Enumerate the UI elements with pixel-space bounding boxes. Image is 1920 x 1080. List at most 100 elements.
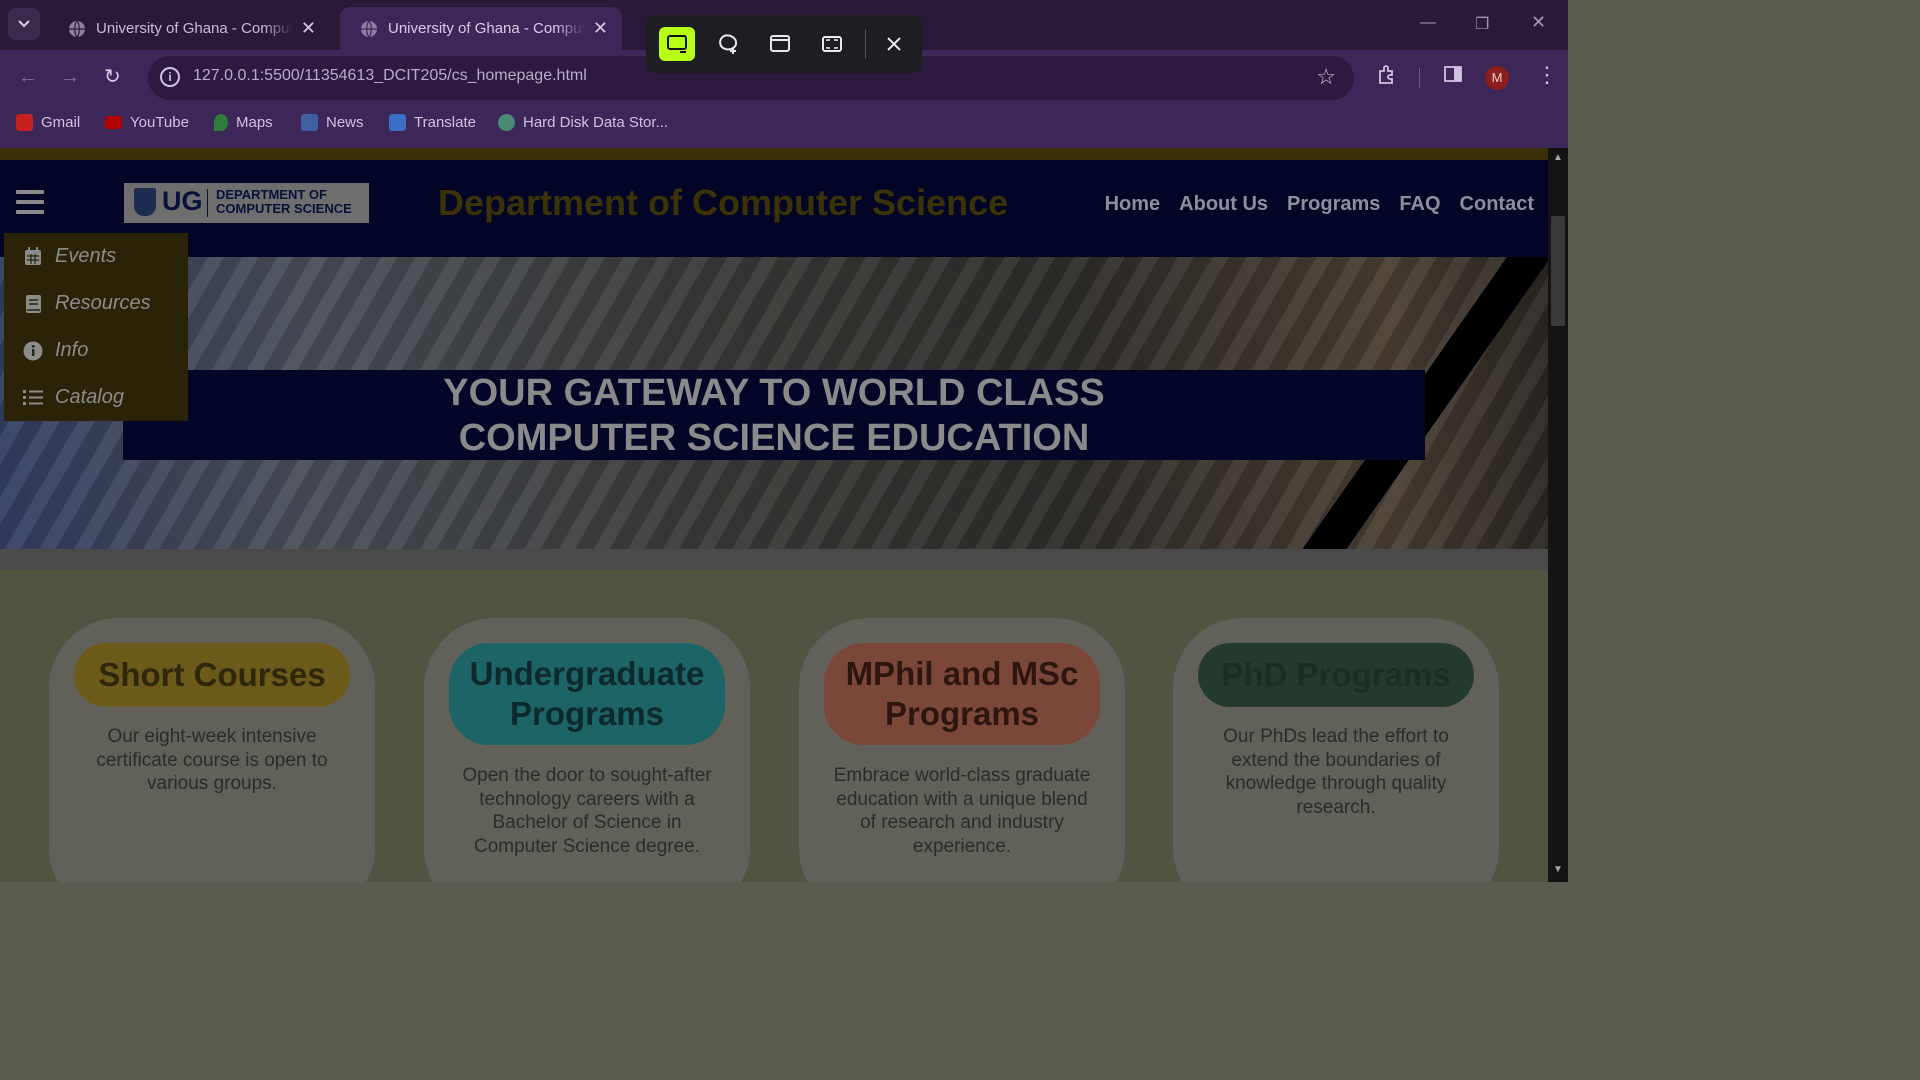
logo-department: DEPARTMENT OF COMPUTER SCIENCE bbox=[216, 188, 352, 216]
program-title[interactable]: MPhil and MSc Programs bbox=[824, 643, 1100, 745]
side-menu: Events Resources Info Catalog bbox=[4, 233, 188, 421]
hero-line-1: YOUR GATEWAY TO WORLD CLASS bbox=[443, 372, 1105, 414]
main-nav: Home About Us Programs FAQ Contact bbox=[1086, 193, 1534, 216]
program-card-undergraduate[interactable]: Undergraduate Programs Open the door to … bbox=[424, 618, 750, 882]
hero-heading: YOUR GATEWAY TO WORLD CLASS COMPUTER SCI… bbox=[123, 371, 1425, 461]
tab-title: University of Ghana - Computer Science bbox=[96, 20, 293, 37]
page-scrollbar[interactable]: ▲ ▼ bbox=[1548, 148, 1568, 882]
rectangle-snip-icon bbox=[667, 35, 687, 53]
scroll-down-arrow-icon[interactable]: ▼ bbox=[1553, 864, 1563, 875]
side-menu-label: Info bbox=[55, 339, 89, 361]
chevron-down-icon bbox=[18, 20, 30, 28]
window-mode-button[interactable] bbox=[762, 27, 798, 61]
close-tab-icon[interactable]: ✕ bbox=[593, 18, 608, 39]
nav-home[interactable]: Home bbox=[1105, 193, 1161, 216]
chatgpt-icon bbox=[498, 114, 515, 131]
nav-programs[interactable]: Programs bbox=[1287, 193, 1380, 216]
freeform-mode-button[interactable] bbox=[711, 27, 747, 61]
side-panel-icon[interactable] bbox=[1443, 64, 1463, 90]
tab-search-button[interactable] bbox=[8, 8, 40, 40]
bookmark-label: Hard Disk Data Stor... bbox=[523, 114, 669, 131]
bookmark-label: Gmail bbox=[41, 114, 81, 131]
window-close-icon[interactable]: ✕ bbox=[1531, 12, 1546, 33]
maps-icon bbox=[214, 114, 228, 131]
extensions-icon[interactable] bbox=[1376, 64, 1398, 92]
site-title: Department of Computer Science bbox=[438, 182, 1009, 223]
youtube-icon bbox=[105, 116, 122, 129]
side-menu-label: Resources bbox=[55, 292, 151, 314]
bookmark-label: Translate bbox=[414, 114, 476, 131]
bookmark-gmail[interactable]: Gmail bbox=[16, 114, 80, 131]
nav-about-us[interactable]: About Us bbox=[1179, 193, 1268, 216]
reload-icon[interactable]: ↻ bbox=[104, 64, 121, 89]
bookmark-label: YouTube bbox=[130, 114, 189, 131]
forward-arrow-icon[interactable]: → bbox=[60, 66, 80, 89]
logo-line-2: COMPUTER SCIENCE bbox=[216, 201, 352, 216]
program-title[interactable]: Undergraduate Programs bbox=[449, 643, 725, 745]
gmail-icon bbox=[16, 114, 33, 131]
top-accent-strip bbox=[0, 148, 1548, 160]
close-icon bbox=[887, 37, 901, 51]
window-snip-icon bbox=[770, 35, 790, 52]
fullscreen-mode-button[interactable] bbox=[814, 27, 850, 61]
side-menu-item-catalog[interactable]: Catalog bbox=[4, 374, 188, 421]
program-description: Embrace world-class graduate education w… bbox=[833, 765, 1091, 857]
site-info-icon[interactable]: i bbox=[160, 67, 180, 87]
tab-title: University of Ghana - Computer Science bbox=[388, 20, 585, 37]
nav-faq[interactable]: FAQ bbox=[1399, 193, 1440, 216]
close-tab-icon[interactable]: ✕ bbox=[301, 18, 316, 39]
nav-contact[interactable]: Contact bbox=[1460, 193, 1534, 216]
program-card-mphil-msc[interactable]: MPhil and MSc Programs Embrace world-cla… bbox=[799, 618, 1125, 882]
rectangle-mode-button[interactable] bbox=[659, 27, 695, 61]
side-menu-item-resources[interactable]: Resources bbox=[4, 280, 188, 327]
list-icon bbox=[23, 388, 43, 408]
program-title[interactable]: PhD Programs bbox=[1198, 643, 1474, 707]
side-menu-label: Events bbox=[55, 245, 117, 267]
hero-banner: YOUR GATEWAY TO WORLD CLASS COMPUTER SCI… bbox=[0, 257, 1548, 549]
scroll-thumb[interactable] bbox=[1551, 216, 1565, 326]
restore-icon[interactable]: ❐ bbox=[1475, 14, 1489, 34]
snipping-toolbar bbox=[646, 15, 922, 73]
calendar-icon bbox=[23, 247, 43, 267]
menu-kebab-icon[interactable]: ⋮ bbox=[1536, 62, 1558, 88]
program-description: Open the door to sought-after technology… bbox=[462, 765, 712, 857]
browser-tab-2[interactable]: University of Ghana - Computer Science ✕ bbox=[340, 7, 622, 50]
fullscreen-snip-icon bbox=[822, 36, 842, 52]
programs-section: Short Courses Our eight-week intensive c… bbox=[0, 570, 1548, 882]
snip-divider bbox=[865, 29, 866, 59]
scroll-up-arrow-icon[interactable]: ▲ bbox=[1553, 152, 1563, 163]
bookmark-youtube[interactable]: YouTube bbox=[105, 114, 189, 131]
logo-line-1: DEPARTMENT OF bbox=[216, 187, 327, 202]
bookmark-maps[interactable]: Maps bbox=[214, 114, 273, 131]
logo-abbr: UG bbox=[162, 186, 203, 216]
ug-logo[interactable]: UG DEPARTMENT OF COMPUTER SCIENCE bbox=[124, 183, 369, 223]
section-divider bbox=[0, 549, 1548, 570]
freeform-snip-icon bbox=[719, 34, 738, 54]
side-menu-label: Catalog bbox=[55, 386, 124, 408]
back-arrow-icon[interactable]: ← bbox=[18, 66, 38, 89]
close-snip-button[interactable] bbox=[876, 27, 912, 61]
globe-icon bbox=[361, 20, 377, 37]
program-description: Our eight-week intensive certificate cou… bbox=[96, 726, 328, 794]
bookmark-hard-disk[interactable]: Hard Disk Data Stor... bbox=[498, 114, 668, 131]
side-menu-item-info[interactable]: Info bbox=[4, 327, 188, 374]
bookmarks-bar: Gmail YouTube Maps News Translate Hard D… bbox=[0, 106, 1568, 148]
hamburger-menu-icon[interactable] bbox=[16, 190, 44, 214]
bookmark-news[interactable]: News bbox=[301, 114, 364, 131]
toolbar-divider bbox=[1419, 68, 1420, 88]
minimize-icon[interactable]: — bbox=[1420, 14, 1436, 32]
program-card-short-courses[interactable]: Short Courses Our eight-week intensive c… bbox=[49, 618, 375, 882]
crest-icon bbox=[134, 188, 156, 216]
program-title[interactable]: Short Courses bbox=[74, 643, 350, 707]
bookmark-translate[interactable]: Translate bbox=[389, 114, 476, 131]
program-card-phd[interactable]: PhD Programs Our PhDs lead the effort to… bbox=[1173, 618, 1499, 882]
bookmark-label: Maps bbox=[236, 114, 273, 131]
profile-avatar[interactable]: M bbox=[1485, 66, 1509, 90]
url-text[interactable]: 127.0.0.1:5500/11354613_DCIT205/cs_homep… bbox=[193, 67, 587, 85]
book-icon bbox=[23, 294, 43, 314]
program-description: Our PhDs lead the effort to extend the b… bbox=[1223, 726, 1449, 818]
side-menu-item-events[interactable]: Events bbox=[4, 233, 188, 280]
bookmark-star-icon[interactable]: ☆ bbox=[1316, 64, 1336, 90]
browser-tab-1[interactable]: University of Ghana - Computer Science ✕ bbox=[48, 7, 330, 50]
hero-heading-band: YOUR GATEWAY TO WORLD CLASS COMPUTER SCI… bbox=[123, 370, 1425, 460]
